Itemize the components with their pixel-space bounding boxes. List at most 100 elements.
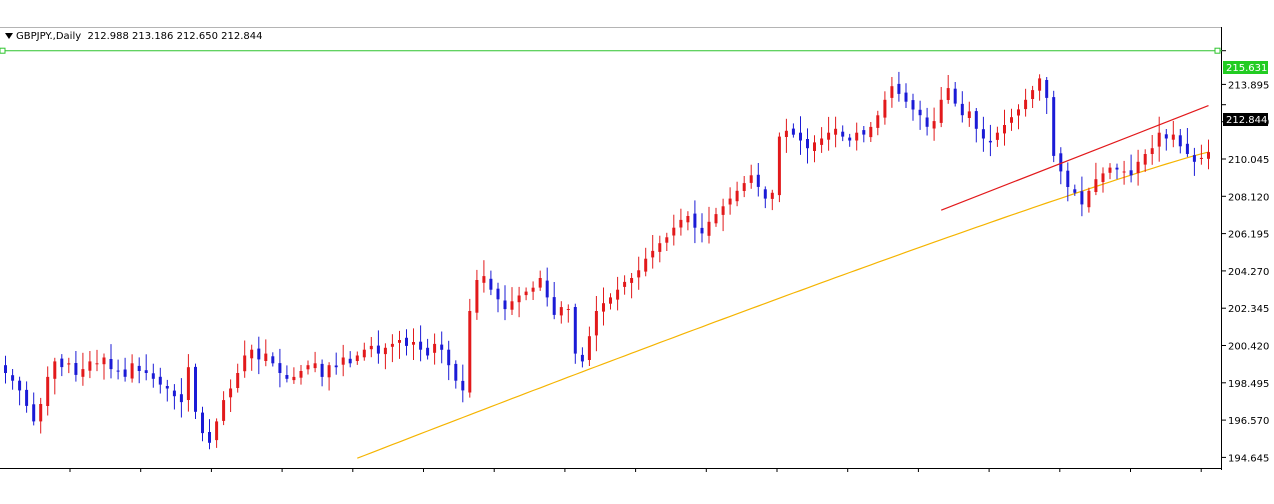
candle-body [552,297,556,315]
candle-body [426,347,430,356]
candle-body [658,243,662,252]
candle-body [468,311,472,393]
candle-body [208,432,211,443]
candle-body [412,342,415,345]
candles-layer [4,71,1210,450]
candle-body [517,295,521,303]
candle-body [158,376,162,385]
candle-body [222,400,226,421]
candle-body [433,343,437,353]
candle-body [1073,189,1077,193]
candle-body [123,369,127,377]
candle-body [1199,157,1203,159]
candle-body [623,281,627,287]
candle-body [88,361,92,371]
candle-body [271,356,275,364]
candle-body [665,237,669,243]
candle-body [742,183,746,191]
candle-body [419,341,423,350]
candle-body [11,375,15,381]
candle-body [1185,143,1189,154]
candle-body [749,175,753,183]
candle-body [334,365,338,368]
candle-body [559,307,563,316]
candle-body [510,301,514,310]
candle-body [1150,148,1154,154]
candle-body [130,363,134,379]
candle-body [967,111,971,118]
candle-body [1122,171,1126,173]
candle-body [461,380,465,391]
candle-body [981,129,985,139]
candle-body [883,99,887,118]
candle-body [848,137,852,141]
candle-body [257,348,261,360]
candle-body [172,390,176,397]
price-tick-label: 208.120 [1228,192,1269,203]
candle-body [1178,135,1182,147]
candle-body [299,371,303,378]
candle-body [531,287,535,292]
candle-body [1157,132,1161,147]
dropdown-triangle-icon[interactable] [5,32,13,39]
current-label-text: 212.844 [1226,115,1267,126]
candle-body [1087,190,1091,208]
top-margin [0,0,1274,27]
candle-body [1094,179,1098,192]
candle-body [53,361,57,379]
price-axis: 213.895211.970210.045208.120206.195204.2… [1222,50,1269,464]
candle-body [320,363,324,377]
candle-body [348,358,352,364]
candle-body [679,219,683,228]
candle-body [918,109,922,116]
candle-body [890,86,894,98]
candle-body [390,343,394,347]
candle-body [278,363,282,373]
candle-body [25,389,29,406]
resistance-handle-right [1214,47,1221,54]
candle-body [545,280,549,298]
candle-body [46,376,50,406]
candle-body [1080,191,1084,205]
candle-body [1143,154,1147,165]
candle-body [440,344,444,350]
candle-body [355,355,359,361]
candle-body [1003,125,1006,134]
candle-body [264,353,268,361]
candle-body [834,128,838,135]
candle-body [791,128,795,135]
candle-body [489,278,493,290]
candle-body [67,363,71,365]
candle-body [327,365,331,378]
candle-body [904,92,908,102]
candle-body [770,192,774,199]
candle-body [524,291,528,296]
candle-body [313,363,317,369]
candle-body [1108,167,1112,173]
candle-body [1010,117,1013,123]
price-tick-label: 210.045 [1228,155,1269,166]
candle-body [616,289,620,300]
candle-body [960,103,964,116]
candle-body [398,340,401,343]
candle-body [911,100,915,110]
candle-body [1066,170,1070,187]
candle-body [18,380,22,391]
candle-body [974,111,978,129]
current-price-label: 212.844 [1223,113,1268,126]
price-chart[interactable]: 213.895211.970210.045208.120206.195204.2… [0,0,1274,500]
candle-body [201,412,204,434]
candle-body [454,363,458,381]
candle-body [1129,170,1133,176]
candle-body [1115,167,1119,170]
candle-body [60,358,64,368]
candle-body [496,288,500,300]
candle-body [602,303,605,312]
candle-body [721,206,725,215]
candle-body [939,99,943,123]
candle-body [74,363,78,375]
candle-body [1024,99,1028,110]
candle-body [988,140,992,143]
ohlc-values: 212.988 213.186 212.650 212.844 [87,31,263,42]
candle-body [580,354,584,362]
